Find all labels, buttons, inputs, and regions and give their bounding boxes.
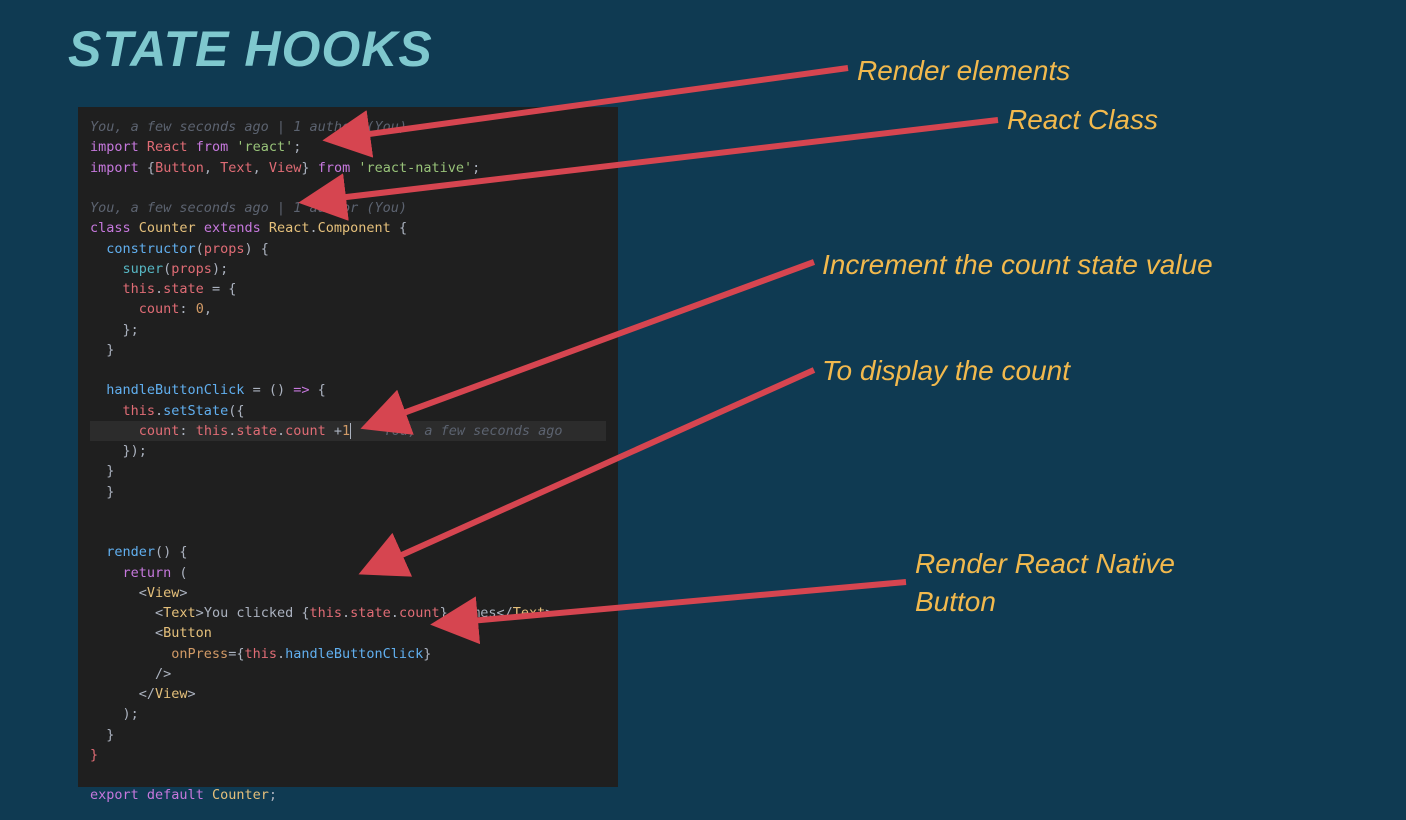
annotation-increment: Increment the count state value — [822, 246, 1213, 284]
code-editor-panel: You, a few seconds ago | 1 author (You) … — [78, 107, 618, 787]
annotation-native-button: Render React Native Button — [915, 545, 1255, 621]
annotation-display-count: To display the count — [822, 352, 1070, 390]
annotation-react-class: React Class — [1007, 101, 1158, 139]
annotation-render-elements: Render elements — [857, 52, 1070, 90]
slide-title: STATE HOOKS — [68, 20, 433, 78]
codelens-line: You, a few seconds ago | 1 author (You) — [90, 119, 407, 135]
slide: { "title": "STATE HOOKS", "annotations":… — [0, 0, 1406, 820]
codelens-line: You, a few seconds ago | 1 author (You) — [90, 200, 407, 216]
code-block: You, a few seconds ago | 1 author (You) … — [78, 107, 618, 816]
inline-codelens: You, a few seconds ago — [351, 423, 562, 439]
